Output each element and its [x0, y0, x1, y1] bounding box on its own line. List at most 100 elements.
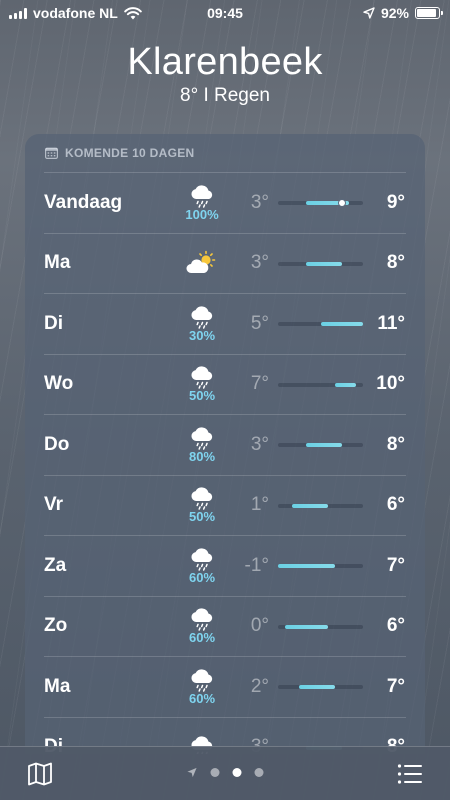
rain-cloud-icon	[191, 608, 213, 631]
rain-cloud-icon	[191, 366, 213, 389]
cellular-signal-icon	[9, 7, 27, 19]
forecast-row[interactable]: Ma 60% 2° 7°	[44, 656, 406, 717]
forecast-row[interactable]: Wo 50% 7° 10°	[44, 353, 406, 415]
high-temp: 10°	[376, 373, 405, 395]
high-temp: 9°	[386, 191, 405, 213]
location-arrow-icon[interactable]	[187, 767, 198, 778]
location-services-icon	[363, 7, 375, 19]
city-name: Klarenbeek	[127, 41, 323, 83]
high-temp: 11°	[377, 312, 405, 334]
rain-cloud-icon	[191, 185, 213, 208]
status-left: vodafone NL	[9, 5, 142, 21]
rain-cloud-icon	[191, 669, 213, 692]
forecast-condition: 60%	[172, 536, 232, 596]
rain-cloud-icon	[191, 427, 213, 450]
page-dot[interactable]	[210, 768, 220, 777]
location-header: Klarenbeek 8° I Regen	[0, 40, 450, 107]
forecast-header-label: KOMENDE 10 DAGEN	[65, 146, 195, 160]
forecast-day: Ma	[44, 675, 71, 697]
forecast-condition: 60%	[172, 597, 232, 657]
forecast-row[interactable]: Do 80% 3° 8°	[44, 414, 406, 475]
forecast-condition: 100%	[172, 173, 232, 233]
page-dot-active[interactable]	[232, 768, 242, 777]
battery-icon	[415, 7, 443, 19]
list-icon[interactable]	[397, 763, 423, 785]
calendar-icon	[45, 147, 58, 159]
forecast-day: Vr	[44, 494, 64, 516]
precip-chance: 50%	[188, 388, 216, 404]
forecast-row[interactable]: Vr 50% 1° 6°	[44, 474, 406, 536]
precip-chance: 30%	[188, 327, 216, 343]
forecast-row[interactable]: Ma 3° 8°	[44, 232, 406, 294]
forecast-condition: 80%	[172, 415, 232, 475]
forecast-row[interactable]: Vandaag 100% 3° 9°	[44, 172, 406, 233]
temp-range-fill	[320, 322, 363, 326]
high-temp: 6°	[386, 494, 405, 516]
forecast-row[interactable]: Za 60% -1° 7°	[44, 535, 406, 596]
forecast-day: Vandaag	[44, 191, 123, 213]
temp-range-bar	[278, 382, 363, 387]
forecast-day: Zo	[44, 615, 68, 637]
precip-chance: 60%	[188, 630, 216, 646]
carrier-name: vodafone NL	[33, 5, 118, 21]
status-bar: vodafone NL 09:45 92%	[0, 0, 450, 26]
forecast-day: Za	[44, 554, 67, 576]
rain-cloud-icon	[191, 306, 213, 329]
current-summary: 8° I Regen	[180, 85, 270, 106]
precip-chance: 60%	[188, 569, 216, 585]
forecast-header: KOMENDE 10 DAGEN	[25, 134, 425, 172]
low-temp: 7°	[250, 373, 269, 395]
precip-chance: 100%	[185, 206, 219, 222]
temp-range-bar	[278, 443, 363, 447]
forecast-day: Wo	[44, 373, 74, 395]
temp-range-bar	[278, 261, 363, 266]
forecast-day: Di	[44, 312, 63, 334]
temp-range-fill	[299, 685, 335, 689]
page-indicator[interactable]	[187, 767, 264, 778]
temp-range-fill	[292, 503, 328, 508]
forecast-condition: 30%	[172, 294, 232, 354]
high-temp: 8°	[386, 433, 405, 455]
low-temp: 3°	[250, 191, 269, 213]
temp-range-fill	[306, 261, 342, 266]
temp-range-fill	[278, 564, 335, 568]
precip-chance: 50%	[188, 509, 216, 525]
battery-level	[417, 9, 437, 17]
temp-range-fill	[306, 443, 342, 447]
precip-chance: 60%	[188, 690, 216, 706]
battery-percent: 92%	[380, 5, 409, 21]
forecast-row[interactable]: Zo 60% 0° 6°	[44, 595, 406, 657]
low-temp: 2°	[250, 675, 269, 697]
ten-day-forecast-card[interactable]: KOMENDE 10 DAGEN Vandaag 100% 3° 9° Ma 3° 8° Di…	[25, 134, 425, 754]
temp-range-bar	[278, 503, 363, 508]
forecast-row[interactable]: Di 30% 5° 11°	[44, 293, 406, 354]
temp-range-bar	[278, 685, 363, 689]
temp-range-bar	[278, 564, 363, 568]
forecast-condition	[172, 234, 232, 294]
rain-cloud-icon	[191, 548, 213, 571]
forecast-list: Vandaag 100% 3° 9° Ma 3° 8° Di 30% 5° 11° Wo 50% 7° 10…	[25, 172, 425, 754]
forecast-condition: 50%	[172, 355, 232, 415]
temp-range-fill	[285, 624, 328, 629]
low-temp: 3°	[250, 252, 269, 274]
high-temp: 7°	[386, 675, 405, 697]
forecast-day: Do	[44, 433, 70, 455]
partly-sunny-icon	[186, 250, 216, 274]
map-icon[interactable]	[27, 761, 53, 787]
rain-cloud-icon	[191, 487, 213, 510]
temp-range-bar	[278, 322, 363, 326]
high-temp: 6°	[386, 615, 405, 637]
forecast-day: Ma	[44, 252, 71, 274]
high-temp: 7°	[386, 554, 405, 576]
low-temp: 3°	[250, 433, 269, 455]
low-temp: -1°	[244, 554, 270, 576]
status-right: 92%	[363, 5, 443, 21]
wifi-icon	[123, 6, 142, 19]
clock: 09:45	[207, 5, 243, 21]
temp-range-bar	[278, 199, 363, 207]
page-dot[interactable]	[254, 768, 264, 777]
current-temp-marker	[337, 199, 346, 207]
temp-range-fill	[334, 382, 356, 387]
low-temp: 1°	[250, 494, 269, 516]
temp-range-bar	[278, 624, 363, 629]
